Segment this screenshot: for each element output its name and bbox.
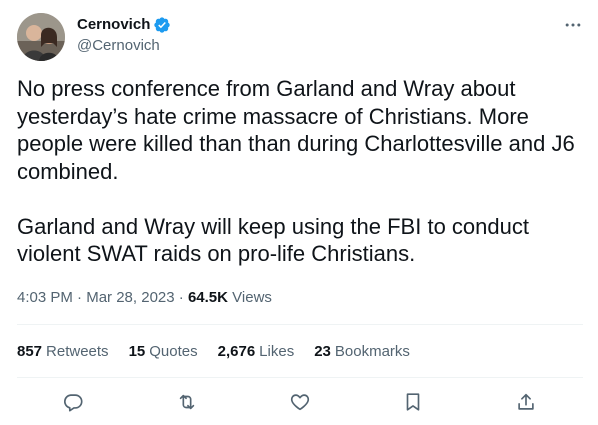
bookmarks-stat[interactable]: 23 Bookmarks	[314, 343, 410, 361]
reply-button[interactable]	[60, 389, 86, 415]
divider-bottom	[17, 377, 583, 378]
bookmark-icon	[406, 393, 420, 411]
author-name[interactable]: Cernovich	[77, 16, 150, 34]
tweet-date[interactable]: Mar 28, 2023	[86, 289, 174, 306]
tweet-text: No press conference from Garland and Wra…	[17, 75, 583, 268]
likes-count: 2,676	[217, 343, 256, 360]
quotes-stat[interactable]: 15 Quotes	[129, 343, 198, 361]
quotes-label: Quotes	[149, 343, 198, 360]
tweet-meta: 4:03 PM · Mar 28, 2023 · 64.5K Views	[17, 289, 272, 307]
retweets-label: Retweets	[46, 343, 109, 360]
share-button[interactable]	[513, 389, 539, 415]
likes-stat[interactable]: 2,676 Likes	[218, 343, 295, 361]
tweet-time[interactable]: 4:03 PM	[17, 289, 73, 306]
verified-badge-icon	[153, 16, 171, 34]
views-label: Views	[232, 289, 272, 306]
tweet-paragraph-1: No press conference from Garland and Wra…	[17, 76, 575, 184]
reply-icon	[64, 394, 83, 412]
tweet-paragraph-2: Garland and Wray will keep using the FBI…	[17, 213, 529, 267]
views-count: 64.5K	[187, 289, 228, 306]
quotes-count: 15	[128, 343, 146, 360]
author-name-row: Cernovich	[77, 16, 171, 34]
meta-separator: ·	[174, 289, 188, 306]
more-dots-icon	[565, 23, 581, 27]
like-button[interactable]	[287, 389, 313, 415]
author-handle[interactable]: @Cernovich	[77, 37, 160, 55]
share-icon	[518, 393, 534, 410]
tweet: Cernovich @Cernovich No press conference…	[0, 0, 598, 425]
retweets-stat[interactable]: 857 Retweets	[17, 343, 109, 361]
engagement-stats: 857 Retweets 15 Quotes 2,676 Likes 23 Bookma…	[17, 343, 430, 361]
avatar[interactable]	[17, 13, 65, 61]
avatar-photo	[17, 13, 65, 61]
retweet-button[interactable]	[174, 389, 200, 415]
meta-separator: ·	[72, 289, 87, 306]
bookmark-button[interactable]	[400, 389, 426, 415]
bookmarks-label: Bookmarks	[334, 343, 410, 360]
more-options-button[interactable]	[562, 14, 584, 36]
divider-top	[17, 324, 583, 325]
bookmarks-count: 23	[314, 343, 331, 360]
like-icon	[290, 394, 310, 411]
likes-label: Likes	[259, 343, 295, 360]
retweet-icon	[179, 394, 195, 410]
retweets-count: 857	[17, 343, 43, 360]
action-bar	[17, 389, 583, 415]
